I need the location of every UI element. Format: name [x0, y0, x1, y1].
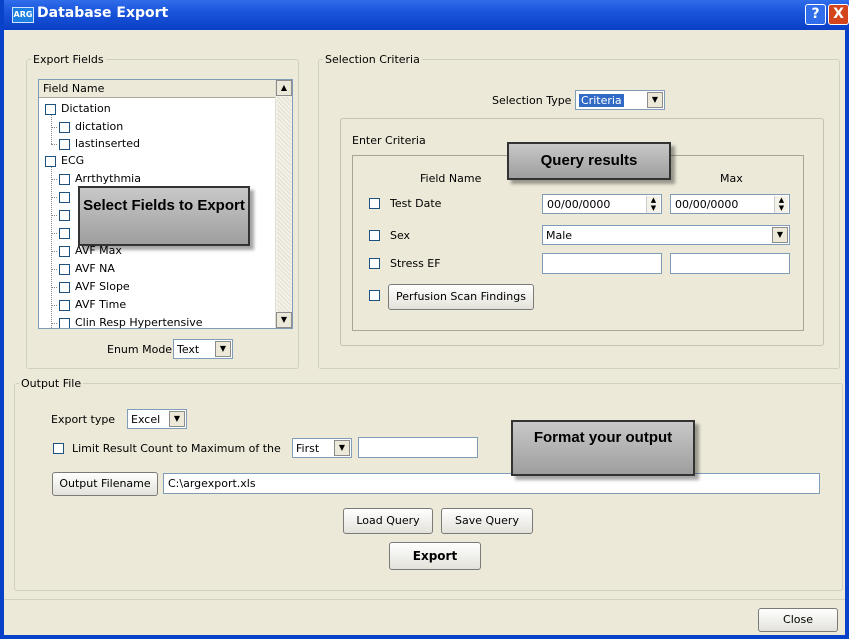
selection-type-dropdown[interactable]: Criteria ▼: [575, 90, 665, 110]
field-list-scrollbar[interactable]: ▲ ▼: [275, 80, 292, 328]
test-date-max-input[interactable]: 00/00/0000 ▲ ▼: [670, 194, 790, 214]
checkbox-dictation[interactable]: [45, 104, 56, 115]
checkbox-arrthythmia[interactable]: [59, 174, 70, 185]
checkbox-lastinserted[interactable]: [59, 139, 70, 150]
tree-item-label[interactable]: lastinserted: [75, 137, 140, 150]
database-export-window: ARG Database Export ? X Export Fields Fi…: [0, 0, 849, 639]
checkbox-dictation-field[interactable]: [59, 122, 70, 133]
tree-connector: [51, 197, 57, 198]
tree-connector: [51, 287, 57, 288]
tree-item-label[interactable]: AVF NA: [75, 262, 115, 275]
tree-item-label[interactable]: AVF Slope: [75, 280, 130, 293]
test-date-max-value: 00/00/0000: [675, 198, 739, 211]
scroll-track[interactable]: [277, 97, 291, 312]
chevron-down-icon[interactable]: ▼: [772, 227, 788, 243]
scroll-up-icon[interactable]: ▲: [276, 80, 292, 96]
export-type-value: Excel: [131, 413, 161, 426]
export-type-dropdown[interactable]: Excel ▼: [127, 409, 187, 429]
limit-result-label: Limit Result Count to Maximum of the: [72, 442, 281, 455]
spinner-icon[interactable]: ▲ ▼: [646, 196, 660, 213]
callout-select-fields: Select Fields to Export: [78, 186, 250, 246]
checkbox-field[interactable]: [59, 192, 70, 203]
test-date-min-value: 00/00/0000: [547, 198, 611, 211]
tree-item-label[interactable]: dictation: [75, 120, 123, 133]
tree-connector: [51, 144, 57, 145]
criteria-label-sex: Sex: [390, 229, 411, 242]
close-window-button[interactable]: X: [828, 4, 849, 25]
output-filename-input[interactable]: C:\argexport.xls: [163, 473, 820, 494]
enum-mode-value: Text: [177, 343, 200, 356]
window-title: Database Export: [37, 5, 169, 21]
export-type-label: Export type: [51, 413, 116, 426]
tree-connector: [51, 305, 57, 306]
chevron-down-icon[interactable]: ▼: [215, 341, 231, 357]
checkbox-avf-time[interactable]: [59, 300, 70, 311]
callout-format-output: Format your output: [511, 420, 695, 476]
tree-item-label[interactable]: Dictation: [61, 102, 111, 115]
tree-connector: [51, 127, 57, 128]
enter-criteria-legend: Enter Criteria: [352, 134, 426, 147]
app-icon: ARG: [12, 7, 34, 23]
perfusion-scan-findings-button[interactable]: Perfusion Scan Findings: [388, 284, 534, 310]
help-button[interactable]: ?: [805, 4, 826, 25]
checkbox-field[interactable]: [59, 210, 70, 221]
checkbox-perfusion[interactable]: [369, 290, 380, 301]
stress-ef-min-input[interactable]: [542, 253, 662, 274]
tree-item-label[interactable]: Arrthythmia: [75, 172, 141, 185]
tree-connector: [51, 162, 52, 328]
chevron-down-icon[interactable]: ▼: [334, 440, 350, 456]
criteria-label-stress-ef: Stress EF: [390, 257, 441, 270]
col-field-name: Field Name: [420, 172, 482, 185]
selection-type-label: Selection Type: [492, 94, 572, 107]
selection-type-value: Criteria: [579, 94, 624, 107]
sex-value: Male: [546, 229, 573, 242]
callout-query-results: Query results: [507, 142, 671, 180]
divider: [4, 599, 845, 600]
load-query-button[interactable]: Load Query: [343, 508, 433, 534]
field-list-header[interactable]: Field Name: [39, 80, 277, 98]
close-button[interactable]: Close: [758, 608, 838, 632]
checkbox-avf-na[interactable]: [59, 264, 70, 275]
tree-connector: [51, 179, 57, 180]
tree-item-label[interactable]: AVF Time: [75, 298, 126, 311]
checkbox-avf-slope[interactable]: [59, 282, 70, 293]
checkbox-sex[interactable]: [369, 230, 380, 241]
col-max: Max: [720, 172, 743, 185]
enum-mode-dropdown[interactable]: Text ▼: [173, 339, 233, 359]
chevron-down-icon[interactable]: ▼: [169, 411, 185, 427]
tree-item-label[interactable]: ECG: [61, 154, 84, 167]
output-file-legend: Output File: [21, 377, 82, 390]
spinner-icon[interactable]: ▲ ▼: [774, 196, 788, 213]
checkbox-stress-ef[interactable]: [369, 258, 380, 269]
tree-item-label[interactable]: Clin Resp Hypertensive: [75, 316, 203, 328]
tree-connector: [51, 251, 57, 252]
limit-position-value: First: [296, 442, 320, 455]
checkbox-avf-max[interactable]: [59, 246, 70, 257]
sex-dropdown[interactable]: Male ▼: [542, 225, 790, 245]
tree-connector: [51, 114, 52, 144]
export-button[interactable]: Export: [389, 542, 481, 570]
enum-mode-label: Enum Mode: [107, 343, 173, 356]
checkbox-limit-result[interactable]: [53, 443, 64, 454]
limit-count-input[interactable]: [358, 437, 478, 458]
checkbox-ecg[interactable]: [45, 156, 56, 167]
tree-connector: [51, 269, 57, 270]
stress-ef-max-input[interactable]: [670, 253, 790, 274]
criteria-label-test-date: Test Date: [390, 197, 442, 210]
selection-criteria-legend: Selection Criteria: [325, 53, 420, 66]
export-fields-legend: Export Fields: [33, 53, 104, 66]
checkbox-test-date[interactable]: [369, 198, 380, 209]
output-filename-button[interactable]: Output Filename: [52, 472, 158, 496]
title-bar[interactable]: ARG Database Export ? X: [4, 0, 849, 30]
scroll-down-icon[interactable]: ▼: [276, 312, 292, 328]
tree-connector: [51, 233, 57, 234]
limit-position-dropdown[interactable]: First ▼: [292, 438, 352, 458]
tree-connector: [51, 323, 57, 324]
checkbox-clin-resp[interactable]: [59, 318, 70, 328]
tree-connector: [51, 215, 57, 216]
save-query-button[interactable]: Save Query: [441, 508, 533, 534]
test-date-min-input[interactable]: 00/00/0000 ▲ ▼: [542, 194, 662, 214]
chevron-down-icon[interactable]: ▼: [647, 92, 663, 108]
checkbox-field[interactable]: [59, 228, 70, 239]
